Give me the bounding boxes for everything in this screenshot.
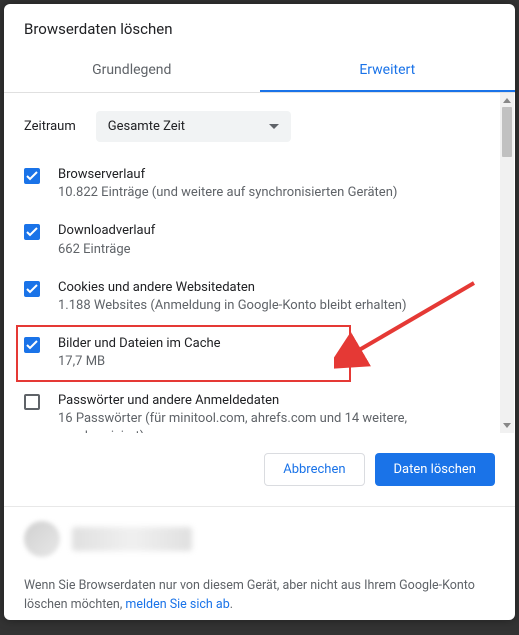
item-sub: 17,7 MB (58, 353, 343, 371)
dialog-buttons: Abbrechen Daten löschen (4, 433, 515, 507)
time-range-value: Gesamte Zeit (108, 119, 185, 134)
footer-text-after: . (230, 597, 233, 612)
checkbox-browsing-history[interactable] (24, 168, 40, 184)
time-range-select[interactable]: Gesamte Zeit (96, 111, 291, 142)
checkbox-passwords[interactable] (24, 394, 40, 410)
item-title: Browserverlauf (58, 166, 495, 184)
footer-note: Wenn Sie Browserdaten nur von diesem Ger… (4, 567, 515, 635)
item-cookies: Cookies und andere Websitedaten 1.188 We… (24, 269, 495, 325)
item-sub: 16 Passwörter (für minitool.com, ahrefs.… (58, 410, 495, 433)
item-title: Cookies und andere Websitedaten (58, 279, 495, 297)
tab-basic[interactable]: Grundlegend (4, 50, 260, 92)
item-browsing-history: Browserverlauf 10.822 Einträge (und weit… (24, 156, 495, 212)
tab-bar: Grundlegend Erweitert (4, 50, 515, 93)
item-title: Passwörter und andere Anmeldedaten (58, 392, 495, 410)
item-sub: 1.188 Websites (Anmeldung in Google-Kont… (58, 297, 495, 315)
checkbox-cached-images[interactable] (24, 337, 40, 353)
footer-text-before: Wenn Sie Browserdaten nur von diesem Ger… (24, 578, 475, 612)
scrollbar[interactable] (500, 93, 514, 433)
account-row (4, 507, 515, 567)
account-label-blurred (72, 527, 192, 551)
time-range-row: Zeitraum Gesamte Zeit (24, 93, 495, 156)
item-title: Bilder und Dateien im Cache (58, 335, 343, 353)
item-sub: 662 Einträge (58, 241, 495, 259)
item-download-history: Downloadverlauf 662 Einträge (24, 212, 495, 268)
item-cached-images: Bilder und Dateien im Cache 17,7 MB (16, 325, 351, 381)
scrollbar-thumb[interactable] (502, 107, 512, 157)
dialog-title: Browserdaten löschen (4, 4, 515, 50)
avatar (24, 521, 60, 557)
options-scroll-area: Zeitraum Gesamte Zeit Browserverlauf 10.… (4, 93, 515, 433)
time-range-label: Zeitraum (24, 119, 76, 134)
scroll-up-icon[interactable] (500, 93, 514, 107)
item-sub: 10.822 Einträge (und weitere auf synchro… (58, 184, 495, 202)
caret-down-icon (269, 119, 279, 134)
confirm-button[interactable]: Daten löschen (375, 453, 495, 486)
item-title: Downloadverlauf (58, 222, 495, 240)
clear-browsing-data-dialog: Browserdaten löschen Grundlegend Erweite… (4, 4, 515, 620)
cancel-button[interactable]: Abbrechen (264, 453, 364, 486)
sign-out-link[interactable]: melden Sie sich ab (125, 597, 229, 612)
scroll-down-icon[interactable] (500, 419, 514, 433)
tab-advanced[interactable]: Erweitert (260, 50, 516, 92)
checkbox-cookies[interactable] (24, 281, 40, 297)
item-passwords: Passwörter und andere Anmeldedaten 16 Pa… (24, 382, 495, 434)
checkbox-download-history[interactable] (24, 224, 40, 240)
